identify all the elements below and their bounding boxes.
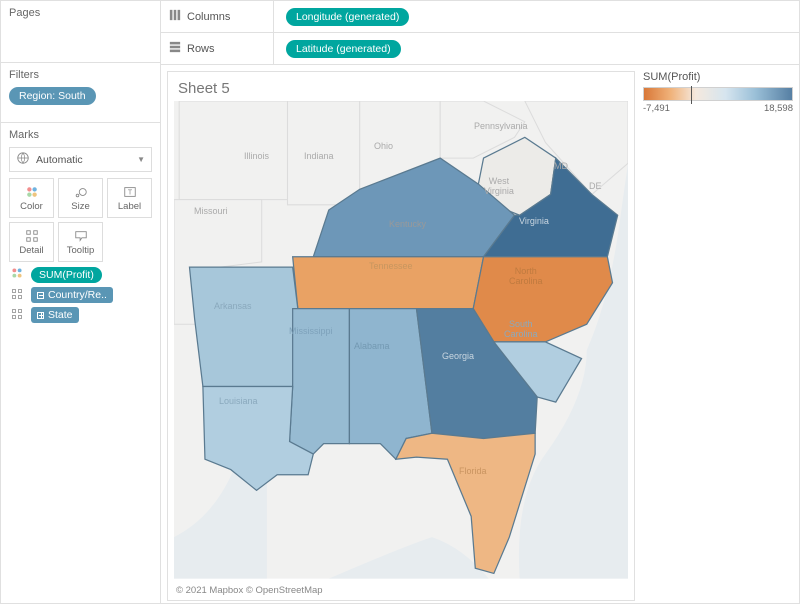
marks-size-button[interactable]: Size [58, 178, 103, 218]
color-legend[interactable]: SUM(Profit) -7,491 18,598 [643, 71, 793, 601]
columns-shelf-label: Columns [169, 1, 274, 32]
columns-pill-longitude[interactable]: Longitude (generated) [286, 8, 409, 26]
minus-box-icon [37, 292, 44, 299]
shelves: Columns Longitude (generated) Rows Latit… [161, 1, 799, 65]
marks-label-label: Label [118, 201, 141, 212]
size-icon [73, 185, 89, 199]
filters-panel: Filters Region: South [1, 63, 160, 123]
marks-type-label: Automatic [36, 154, 83, 166]
svg-text:T: T [127, 189, 132, 196]
plus-box-icon [37, 312, 44, 319]
left-sidebar: Pages Filters Region: South Marks Automa… [1, 1, 161, 603]
detail-icon [24, 229, 40, 243]
marks-color-button[interactable]: Color [9, 178, 54, 218]
map-attribution: © 2021 Mapbox © OpenStreetMap [168, 581, 634, 600]
legend-title: SUM(Profit) [643, 71, 793, 83]
globe-icon [16, 151, 30, 168]
legend-min: -7,491 [643, 103, 670, 114]
marks-row-sumprofit[interactable]: SUM(Profit) [9, 266, 152, 283]
columns-shelf[interactable]: Columns Longitude (generated) [161, 1, 799, 33]
filters-title: Filters [9, 69, 152, 81]
marks-row-country[interactable]: Country/Re.. [9, 287, 152, 303]
marks-tooltip-button[interactable]: Tooltip [58, 222, 103, 262]
legend-tick [691, 86, 692, 104]
filter-pill-region[interactable]: Region: South [9, 87, 96, 105]
color-dots-icon [9, 266, 25, 283]
rows-icon [169, 41, 181, 56]
tooltip-icon [73, 229, 89, 243]
detail-small-icon-2 [9, 308, 25, 323]
columns-icon [169, 9, 181, 24]
legend-max: 18,598 [764, 103, 793, 114]
rows-pill-latitude[interactable]: Latitude (generated) [286, 40, 401, 58]
detail-small-icon [9, 288, 25, 303]
marks-detail-label: Detail [19, 245, 43, 256]
choropleth-map[interactable] [174, 101, 628, 579]
rows-shelf[interactable]: Rows Latitude (generated) [161, 33, 799, 65]
marks-pill-state[interactable]: State [31, 307, 79, 323]
pages-title: Pages [9, 7, 152, 19]
pages-panel: Pages [1, 1, 160, 63]
marks-label-button[interactable]: T Label [107, 178, 152, 218]
right-area: Columns Longitude (generated) Rows Latit… [161, 1, 799, 603]
marks-pill-sumprofit[interactable]: SUM(Profit) [31, 267, 102, 283]
marks-size-label: Size [71, 201, 89, 212]
label-icon: T [122, 185, 138, 199]
marks-tooltip-label: Tooltip [67, 245, 94, 256]
marks-panel: Marks Automatic ▼ Color [1, 123, 160, 603]
legend-gradient[interactable] [643, 87, 793, 101]
sheet-title[interactable]: Sheet 5 [168, 72, 634, 101]
map-area[interactable]: Illinois Indiana Ohio Pennsylvania Misso… [174, 101, 628, 579]
marks-title: Marks [9, 129, 152, 141]
marks-type-select[interactable]: Automatic ▼ [9, 147, 152, 172]
marks-color-label: Color [20, 201, 43, 212]
marks-detail-button[interactable]: Detail [9, 222, 54, 262]
viz-card: Sheet 5 [167, 71, 635, 601]
rows-shelf-label: Rows [169, 33, 274, 64]
chevron-down-icon: ▼ [137, 155, 145, 164]
workspace: Sheet 5 [161, 65, 799, 607]
marks-row-state[interactable]: State [9, 307, 152, 323]
marks-pill-country[interactable]: Country/Re.. [31, 287, 113, 303]
color-icon [24, 185, 40, 199]
tableau-workspace: Pages Filters Region: South Marks Automa… [0, 0, 800, 604]
